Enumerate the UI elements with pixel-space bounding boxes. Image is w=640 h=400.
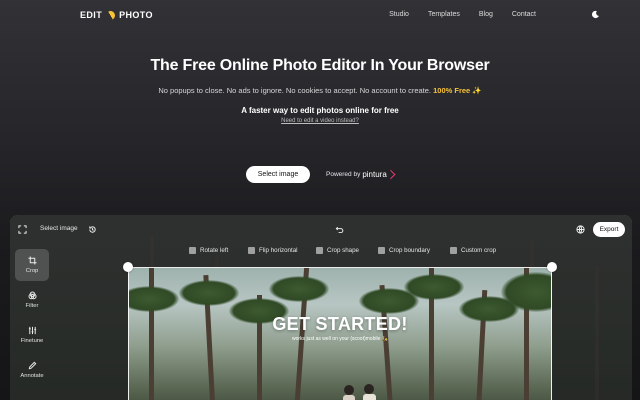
history-button[interactable] [88, 225, 97, 234]
hero-subtitle: No popups to close. No ads to ignore. No… [0, 86, 640, 95]
undo-button[interactable] [335, 225, 344, 234]
palm-frond-decor [179, 280, 239, 306]
sidebar-item-label: Filter [25, 303, 39, 309]
crop-icon [27, 256, 37, 265]
filter-icon [27, 291, 37, 300]
nav-links: Studio Templates Blog Contact [389, 11, 536, 18]
crop-canvas[interactable]: GET STARTED! works just as well on your … [128, 267, 552, 400]
sidebar-item-crop[interactable]: Crop [15, 249, 49, 281]
logo-text-right: PHOTO [119, 10, 153, 20]
history-icon [89, 226, 96, 233]
crop-handle-top-right[interactable] [547, 262, 557, 272]
tool-label: Rotate left [200, 247, 229, 254]
fullscreen-button[interactable] [18, 225, 27, 234]
finetune-icon [28, 326, 36, 335]
hero-subtitle-text: No popups to close. No ads to ignore. No… [158, 86, 432, 95]
people-on-scooter-image [343, 384, 376, 400]
tool-label: Custom crop [461, 247, 497, 254]
editor-select-image-button[interactable]: Select image [40, 225, 78, 232]
custom-crop-tool[interactable]: Custom crop [450, 247, 496, 254]
tool-label: Crop shape [327, 247, 359, 254]
nav-link-studio[interactable]: Studio [389, 11, 409, 18]
crop-shape-icon [316, 247, 323, 254]
language-button[interactable] [576, 225, 585, 234]
logo-mark-icon [104, 8, 117, 22]
sidebar-item-filter[interactable]: Filter [15, 284, 49, 316]
powered-by-label: Powered by [326, 171, 361, 178]
palm-frond-decor [404, 274, 464, 300]
logo[interactable]: EDIT PHOTO [80, 8, 153, 22]
top-nav: EDIT PHOTO Studio Templates Blog Contact [0, 0, 640, 30]
canvas-caption: works just as well on your (scoot)mobile… [292, 336, 388, 342]
rotate-left-icon [189, 247, 196, 254]
crop-boundary-tool[interactable]: Crop boundary [378, 247, 430, 254]
sidebar-item-finetune[interactable]: Finetune [15, 319, 49, 351]
export-button[interactable]: Export [593, 222, 625, 237]
crop-shape-tool[interactable]: Crop shape [316, 247, 359, 254]
cta-row: Select image Powered by pintura [0, 166, 640, 184]
flip-horizontal-icon [248, 247, 255, 254]
fullscreen-icon [18, 225, 27, 234]
custom-crop-icon [450, 247, 457, 254]
nav-link-contact[interactable]: Contact [512, 11, 536, 18]
powered-by[interactable]: Powered by pintura [326, 169, 396, 180]
bg-palm-decor [595, 265, 599, 400]
hero-tagline: A faster way to edit photos online for f… [241, 106, 399, 115]
editor-topbar: Select image Export [10, 215, 632, 245]
editor-sidebar: Crop Filter Finetune Annotate [15, 249, 49, 389]
canvas-headline: GET STARTED! [272, 314, 408, 334]
palm-frond-decor [129, 286, 179, 312]
page-title: The Free Online Photo Editor In Your Bro… [150, 57, 490, 74]
tool-label: Flip horizontal [259, 247, 298, 254]
sidebar-item-annotate[interactable]: Annotate [15, 354, 49, 386]
nav-link-blog[interactable]: Blog [479, 11, 493, 18]
tool-label: Crop boundary [389, 247, 430, 254]
flip-horizontal-tool[interactable]: Flip horizontal [248, 247, 298, 254]
sidebar-item-label: Crop [25, 268, 39, 274]
crop-boundary-icon [378, 247, 385, 254]
pintura-brand: pintura [362, 170, 387, 179]
sidebar-item-label: Finetune [20, 338, 44, 344]
nav-link-templates[interactable]: Templates [428, 11, 460, 18]
logo-text-left: EDIT [80, 10, 103, 20]
rotate-left-tool[interactable]: Rotate left [189, 247, 228, 254]
crop-handle-top-left[interactable] [123, 262, 133, 272]
moon-icon[interactable] [591, 10, 600, 19]
sidebar-item-label: Annotate [20, 373, 44, 379]
annotate-icon [28, 361, 36, 370]
palm-frond-decor [269, 276, 329, 302]
photo-editor: Select image Export Rotate left Flip hor… [10, 215, 632, 400]
globe-icon [576, 225, 585, 234]
select-image-button[interactable]: Select image [246, 166, 310, 183]
free-highlight: 100% Free ✨ [433, 86, 482, 95]
crop-tools-row: Rotate left Flip horizontal Crop shape C… [10, 247, 632, 261]
video-editor-link[interactable]: Need to edit a video instead? [0, 118, 640, 124]
undo-icon [335, 226, 344, 234]
